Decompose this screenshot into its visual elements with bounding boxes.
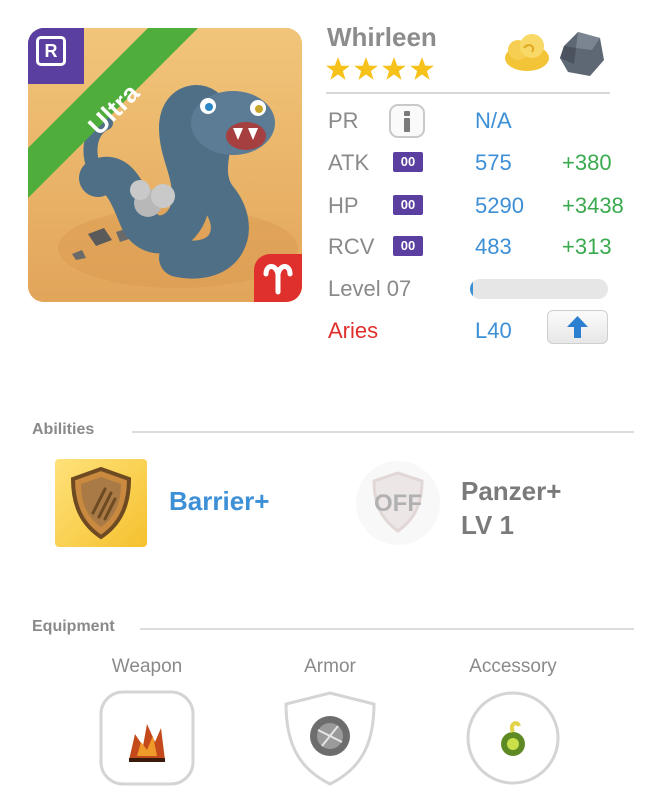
star-icon: [382, 57, 406, 80]
aries-icon: [254, 254, 302, 302]
star-icon: [410, 57, 434, 80]
monster-name: Whirleen: [327, 22, 437, 52]
level-label: Level 07: [328, 276, 412, 301]
abilities-title: Abilities: [32, 421, 95, 438]
rcv-bonus: +313: [562, 234, 612, 259]
ability-barrier-button[interactable]: [55, 459, 147, 547]
ability-level-panzer: LV 1: [461, 510, 514, 540]
atk-bonus: +380: [562, 150, 612, 175]
shield-claw-icon: [70, 466, 132, 540]
armor-slot[interactable]: [282, 690, 378, 786]
level-progress-fill: [470, 279, 473, 299]
rarity-badge: R: [36, 36, 66, 66]
equipment-divider: [140, 628, 634, 630]
abilities-divider: [132, 431, 634, 433]
monster-portrait[interactable]: R Ultra: [28, 28, 302, 302]
ability-name-panzer[interactable]: Panzer+ LV 1: [461, 474, 561, 542]
weapon-label: Weapon: [111, 656, 183, 677]
hp-bonus: +3438: [562, 193, 624, 218]
info-icon: [404, 111, 410, 132]
hp-label: HP: [328, 193, 359, 218]
ability-state-off: OFF: [374, 490, 422, 517]
pr-label: PR: [328, 108, 359, 133]
shield-off-icon: OFF: [356, 461, 440, 545]
ability-name-panzer-line1: Panzer+: [461, 476, 562, 506]
upgrade-button[interactable]: [547, 310, 608, 344]
stone-shield-icon: [310, 716, 350, 756]
cloud-evolution-icon[interactable]: [502, 32, 552, 74]
ability-panzer-button[interactable]: OFF: [352, 459, 444, 547]
pr-value: N/A: [475, 108, 512, 133]
header-divider: [326, 92, 610, 94]
atk-plus-badge: 00: [393, 152, 423, 172]
equipment-title: Equipment: [32, 618, 115, 635]
level-progress-bar: [470, 279, 608, 299]
rcv-plus-badge: 00: [393, 236, 423, 256]
star-icon: [354, 57, 378, 80]
hp-value: 5290: [475, 193, 524, 218]
zodiac-label: Aries: [328, 318, 379, 343]
hp-plus-badge: 00: [393, 195, 423, 215]
stone-element-icon[interactable]: [556, 28, 608, 80]
weapon-slot[interactable]: [99, 690, 195, 786]
ability-name-barrier[interactable]: Barrier+: [169, 486, 269, 517]
accessory-slot[interactable]: [465, 690, 561, 786]
level-limit: L40: [475, 318, 512, 343]
accessory-label: Accessory: [469, 656, 557, 677]
atk-label: ATK: [328, 150, 370, 175]
star-icon: [326, 57, 350, 80]
rcv-label: RCV: [328, 234, 375, 259]
rcv-value: 483: [475, 234, 512, 259]
armor-label: Armor: [304, 656, 356, 677]
atk-value: 575: [475, 150, 512, 175]
star-rating: [325, 56, 435, 82]
info-button[interactable]: [389, 104, 425, 138]
arrow-up-icon: [567, 316, 588, 338]
